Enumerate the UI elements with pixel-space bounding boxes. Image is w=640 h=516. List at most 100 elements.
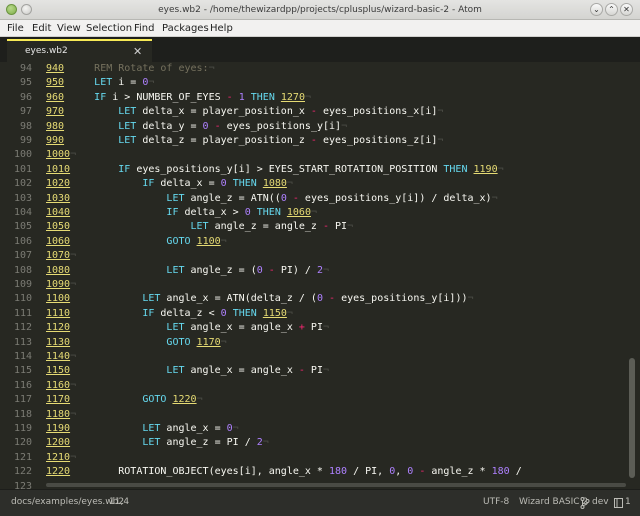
line-label-token: 1200 bbox=[46, 437, 71, 449]
code-line[interactable]: 1160¬ bbox=[46, 379, 76, 393]
line-number[interactable]: 118 bbox=[0, 408, 32, 422]
code-line[interactable]: 1220 ROTATION_OBJECT(eyes[i], angle_x * … bbox=[46, 465, 522, 479]
tab-eyes-wb2[interactable]: eyes.wb2 ✕ bbox=[7, 39, 152, 62]
code-line[interactable]: 1180¬ bbox=[46, 408, 76, 422]
line-number[interactable]: 104 bbox=[0, 206, 32, 220]
line-label-token: 1080 bbox=[262, 178, 287, 190]
line-label-token: 1270 bbox=[280, 91, 305, 103]
tab-close-icon[interactable]: ✕ bbox=[133, 41, 142, 62]
line-number[interactable]: 101 bbox=[0, 163, 32, 177]
horizontal-scrollbar[interactable] bbox=[46, 483, 626, 487]
line-number-gutter[interactable]: 94 95 96 97 98 99 100 101 102 103 104 105 106 107 108 1… bbox=[0, 62, 40, 489]
line-number[interactable]: 108 bbox=[0, 264, 32, 278]
code-token: angle_x = angle_x bbox=[184, 365, 299, 377]
code-line[interactable]: 1000¬ bbox=[46, 148, 76, 162]
status-count[interactable]: 1 bbox=[625, 490, 631, 515]
line-number[interactable]: 95 bbox=[0, 76, 32, 90]
line-number[interactable]: 119 bbox=[0, 422, 32, 436]
code-line[interactable]: 1110 IF delta_z < 0 THEN 1150¬ bbox=[46, 307, 293, 321]
line-number[interactable]: 117 bbox=[0, 393, 32, 407]
line-number[interactable]: 113 bbox=[0, 336, 32, 350]
code-line[interactable]: 1050 LET angle_z = angle_z - PI¬ bbox=[46, 220, 353, 234]
code-token: LET bbox=[94, 77, 113, 89]
status-branch[interactable]: dev bbox=[592, 490, 609, 515]
chevron-down-icon[interactable]: ⌄ bbox=[590, 3, 603, 16]
line-number[interactable]: 115 bbox=[0, 364, 32, 378]
vertical-scrollbar[interactable] bbox=[629, 358, 635, 478]
code-area[interactable]: 940 REM Rotate of eyes:¬ 950 LET i = 0¬ 96… bbox=[46, 62, 636, 489]
line-label-token: 1150 bbox=[262, 307, 287, 319]
line-label-token: 1020 bbox=[46, 178, 71, 190]
menu-file[interactable]: File bbox=[7, 20, 24, 37]
code-line[interactable]: 1060 GOTO 1100¬ bbox=[46, 235, 227, 249]
status-encoding[interactable]: UTF-8 bbox=[483, 490, 509, 515]
code-line[interactable]: 1140¬ bbox=[46, 350, 76, 364]
code-line[interactable]: 1030 LET angle_z = ATN((0 - eyes_positio… bbox=[46, 192, 498, 206]
code-line[interactable]: 980 LET delta_y = 0 - eyes_positions_y[i… bbox=[46, 120, 347, 134]
code-line[interactable]: 970 LET delta_x = player_position_x - ey… bbox=[46, 105, 443, 119]
code-line[interactable]: 1020 IF delta_x = 0 THEN 1080¬ bbox=[46, 177, 293, 191]
line-number[interactable]: 112 bbox=[0, 321, 32, 335]
line-number[interactable]: 116 bbox=[0, 379, 32, 393]
window-titlebar[interactable]: eyes.wb2 - /home/thewizardpp/projects/cp… bbox=[0, 0, 640, 20]
code-line[interactable]: 1100 LET angle_x = ATN(delta_z / (0 - ey… bbox=[46, 292, 474, 306]
status-cursor-position[interactable]: 11,4 bbox=[109, 490, 129, 515]
line-number[interactable]: 102 bbox=[0, 177, 32, 191]
code-line[interactable]: 1040 IF delta_x > 0 THEN 1060¬ bbox=[46, 206, 317, 220]
line-number[interactable]: 105 bbox=[0, 220, 32, 234]
code-line[interactable]: 1200 LET angle_z = PI / 2¬ bbox=[46, 436, 269, 450]
close-icon[interactable]: ✕ bbox=[620, 3, 633, 16]
menu-packages[interactable]: Packages bbox=[162, 20, 209, 37]
line-number[interactable]: 96 bbox=[0, 91, 32, 105]
code-line[interactable]: 1170 GOTO 1220¬ bbox=[46, 393, 203, 407]
line-number[interactable]: 98 bbox=[0, 120, 32, 134]
code-line[interactable]: 1090¬ bbox=[46, 278, 76, 292]
chevron-up-icon[interactable]: ⌃ bbox=[605, 3, 618, 16]
line-number[interactable]: 122 bbox=[0, 465, 32, 479]
status-grammar[interactable]: Wizard BASIC 2 bbox=[519, 490, 588, 515]
line-number[interactable]: 109 bbox=[0, 278, 32, 292]
line-number[interactable]: 103 bbox=[0, 192, 32, 206]
code-editor[interactable]: 94 95 96 97 98 99 100 101 102 103 104 105 106 107 108 1… bbox=[0, 62, 640, 489]
line-number[interactable]: 110 bbox=[0, 292, 32, 306]
code-line[interactable]: 1120 LET angle_x = angle_x + PI¬ bbox=[46, 321, 329, 335]
line-number[interactable]: 107 bbox=[0, 249, 32, 263]
line-number[interactable]: 120 bbox=[0, 436, 32, 450]
code-token: ¬ bbox=[286, 307, 293, 319]
code-line[interactable]: 1210¬ bbox=[46, 451, 76, 465]
line-number[interactable]: 114 bbox=[0, 350, 32, 364]
code-token: , bbox=[395, 466, 408, 478]
line-number[interactable]: 97 bbox=[0, 105, 32, 119]
line-number[interactable]: 94 bbox=[0, 62, 32, 76]
menu-find[interactable]: Find bbox=[134, 20, 155, 37]
code-token: eyes_positions_x[i] bbox=[316, 106, 438, 118]
line-number[interactable]: 99 bbox=[0, 134, 32, 148]
code-line[interactable]: 1190 LET angle_x = 0¬ bbox=[46, 422, 239, 436]
code-line[interactable]: 1010 IF eyes_positions_y[i] > EYES_START… bbox=[46, 163, 504, 177]
line-number[interactable]: 106 bbox=[0, 235, 32, 249]
code-line[interactable]: 1070¬ bbox=[46, 249, 76, 263]
code-line[interactable]: 990 LET delta_z = player_position_z - ey… bbox=[46, 134, 443, 148]
code-line[interactable]: 1150 LET angle_x = angle_x - PI¬ bbox=[46, 364, 329, 378]
code-token: ¬ bbox=[437, 135, 444, 146]
code-line[interactable]: 950 LET i = 0¬ bbox=[46, 76, 154, 90]
menu-edit[interactable]: Edit bbox=[32, 20, 51, 37]
status-file-path[interactable]: docs/examples/eyes.wb2 bbox=[11, 490, 124, 515]
line-label-token: 970 bbox=[46, 106, 65, 118]
menu-help[interactable]: Help bbox=[210, 20, 233, 37]
line-number[interactable]: 111 bbox=[0, 307, 32, 321]
menu-view[interactable]: View bbox=[57, 20, 81, 37]
line-number[interactable]: 121 bbox=[0, 451, 32, 465]
code-token: angle_x = angle_x bbox=[184, 322, 299, 334]
line-number[interactable]: 100 bbox=[0, 148, 32, 162]
menu-selection[interactable]: Selection bbox=[86, 20, 132, 37]
line-number[interactable]: 123 bbox=[0, 480, 32, 489]
code-line[interactable]: 1130 GOTO 1170¬ bbox=[46, 336, 227, 350]
code-line[interactable]: 940 REM Rotate of eyes:¬ bbox=[46, 62, 215, 76]
code-line[interactable]: 1080 LET angle_z = (0 - PI) / 2¬ bbox=[46, 264, 329, 278]
code-token: 180 bbox=[491, 466, 510, 478]
code-token: eyes_positions_z[i] bbox=[316, 135, 438, 146]
line-label-token: 1190 bbox=[46, 423, 71, 434]
code-line[interactable]: 960 IF i > NUMBER_OF_EYES - 1 THEN 1270¬ bbox=[46, 91, 311, 105]
